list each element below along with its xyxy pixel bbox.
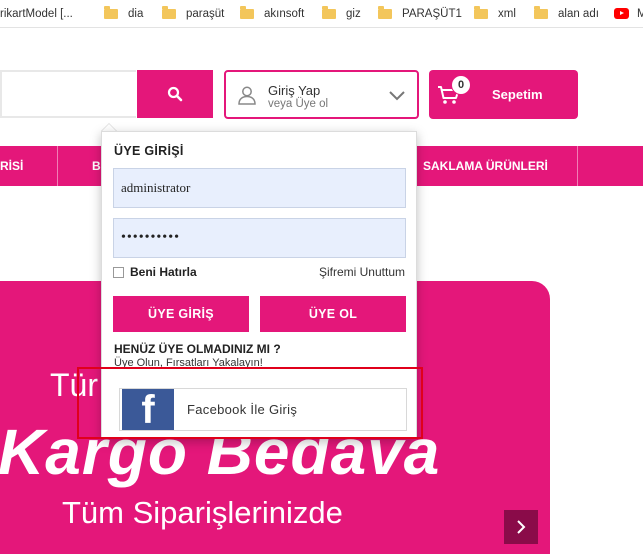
forgot-password-link[interactable]: Şifremi Unuttum xyxy=(319,265,405,279)
bookmarks-bar: rikartModel [... dia paraşüt akınsoft gi… xyxy=(0,0,643,28)
folder-icon xyxy=(240,6,254,19)
bookmark-label: xml xyxy=(498,7,516,20)
password-field[interactable]: •••••••••• xyxy=(113,218,406,258)
bookmark-label: alan adı xyxy=(558,7,599,20)
password-value: •••••••••• xyxy=(121,230,181,245)
slider-next-button[interactable] xyxy=(504,510,538,544)
user-icon xyxy=(238,86,256,105)
folder-icon xyxy=(474,6,488,19)
remember-label: Beni Hatırla xyxy=(130,265,197,279)
register-button[interactable]: ÜYE OL xyxy=(260,296,406,332)
cart-count-badge: 0 xyxy=(451,75,471,95)
search-button[interactable] xyxy=(137,70,213,118)
nav-item[interactable]: SAKLAMA ÜRÜNLERİ xyxy=(423,146,548,186)
bookmark-label: paraşüt xyxy=(186,7,225,20)
folder-icon xyxy=(378,6,392,19)
chevron-right-icon xyxy=(517,520,526,534)
login-subtitle: veya Üye ol xyxy=(268,98,329,110)
bookmark-item[interactable]: akınsoft xyxy=(240,5,304,22)
signup-question: HENÜZ ÜYE OLMADINIZ MI ? xyxy=(114,342,281,356)
username-field[interactable]: administrator xyxy=(113,168,406,208)
bookmark-label: M xyxy=(637,7,643,20)
username-value: administrator xyxy=(121,180,191,195)
bookmark-item[interactable]: dia xyxy=(104,5,143,22)
bookmark-item[interactable]: giz xyxy=(322,5,361,22)
bookmark-item[interactable]: paraşüt xyxy=(162,5,224,22)
bookmark-item[interactable]: M xyxy=(614,5,643,22)
remember-checkbox[interactable] xyxy=(113,266,124,278)
panel-title: ÜYE GİRİŞİ xyxy=(114,144,184,158)
highlight-box xyxy=(77,367,423,439)
cart-label: Sepetim xyxy=(492,87,543,102)
bookmark-label: rikartModel [... xyxy=(0,7,73,20)
bookmark-item[interactable]: PARAŞÜT1 xyxy=(378,5,462,22)
remember-me[interactable]: Beni Hatırla xyxy=(113,265,197,279)
bookmark-label: giz xyxy=(346,7,361,20)
bookmark-item[interactable]: xml xyxy=(474,5,516,22)
folder-icon xyxy=(534,6,548,19)
bookmark-item[interactable]: alan adı xyxy=(534,5,599,22)
login-button[interactable]: ÜYE GİRİŞ xyxy=(113,296,249,332)
nav-divider xyxy=(57,146,58,186)
nav-item[interactable]: RİSİ xyxy=(0,146,23,186)
bookmark-label: akınsoft xyxy=(264,7,305,20)
cart-button[interactable]: 0 Sepetim xyxy=(429,70,578,119)
nav-divider xyxy=(577,146,578,186)
bookmark-item[interactable]: rikartModel [... xyxy=(0,5,73,22)
bookmark-label: dia xyxy=(128,7,144,20)
search-icon xyxy=(167,86,183,102)
folder-icon xyxy=(104,6,118,19)
youtube-icon xyxy=(614,8,629,19)
folder-icon xyxy=(322,6,336,19)
login-dropdown-toggle[interactable]: Giriş Yap veya Üye ol xyxy=(224,70,419,119)
bookmark-label: PARAŞÜT1 xyxy=(402,7,462,20)
hero-subtitle: Tüm Siparişlerinizde xyxy=(62,495,343,530)
chevron-down-icon xyxy=(389,91,405,101)
login-title: Giriş Yap xyxy=(268,83,321,98)
search-input[interactable] xyxy=(0,70,136,118)
folder-icon xyxy=(162,6,176,19)
